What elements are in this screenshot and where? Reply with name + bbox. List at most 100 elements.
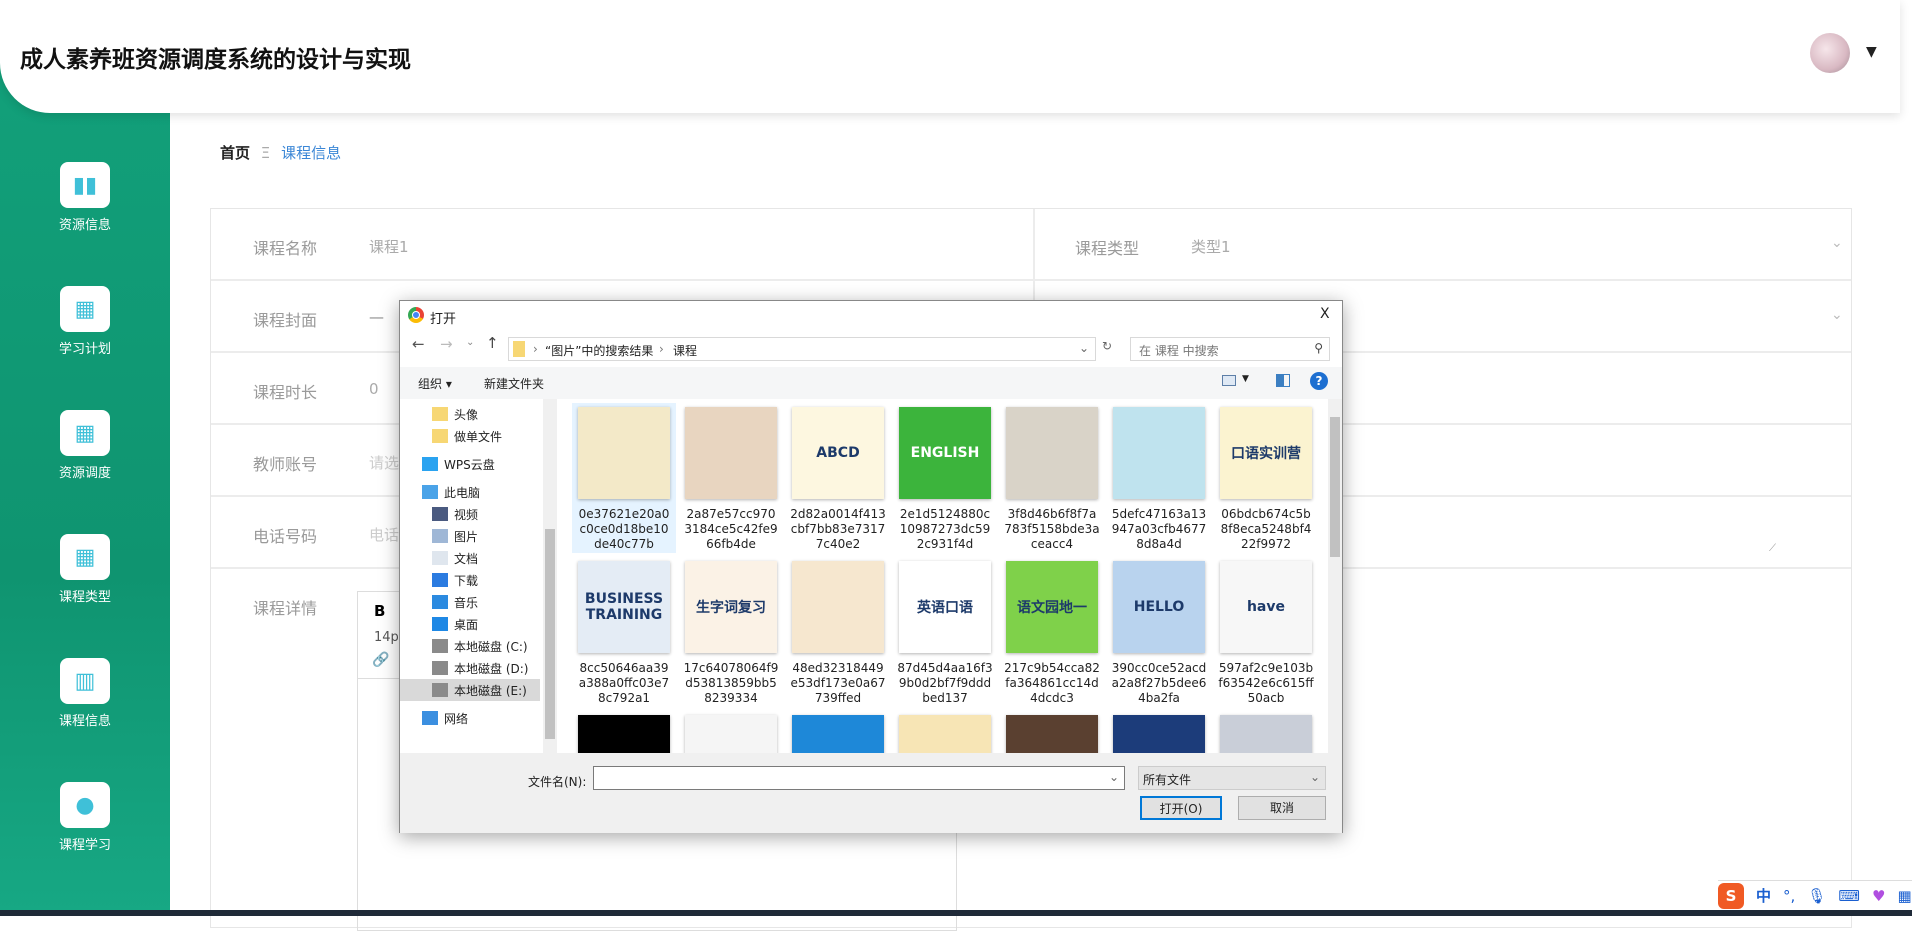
cover-upload[interactable]: —: [369, 308, 384, 326]
chevron-down-icon[interactable]: ⌄: [1079, 341, 1089, 355]
forward-icon[interactable]: →: [440, 335, 453, 353]
nav-item[interactable]: 本地磁盘 (D:): [400, 657, 540, 679]
keyboard-icon[interactable]: ⌨: [1838, 887, 1860, 905]
path-segment[interactable]: 课程: [673, 342, 697, 359]
duration-input[interactable]: 0: [369, 380, 379, 398]
nav-item[interactable]: 图片: [400, 525, 540, 547]
teacher-select[interactable]: 请选: [369, 452, 399, 473]
file-item[interactable]: 0e37621e20a0c0ce0d18be10de40c77b: [572, 403, 676, 553]
file-item[interactable]: 48ed32318449e53df173e0a67739ffed: [786, 557, 890, 707]
microphone-icon[interactable]: 🎙: [1807, 887, 1826, 905]
nav-item-label: 音乐: [454, 595, 479, 610]
file-item[interactable]: 语文园地一 217c9b54cca82fa364861cc14d4dcdc3: [1000, 557, 1104, 707]
phone-input[interactable]: 电话: [369, 524, 399, 545]
refresh-icon[interactable]: ↻: [1102, 339, 1112, 353]
cancel-button[interactable]: 取消: [1238, 796, 1326, 820]
nav-item[interactable]: 网络: [400, 707, 540, 729]
file-name: 48ed32318449e53df173e0a67739ffed: [790, 661, 886, 705]
file-type-select[interactable]: 所有文件 ⌄: [1138, 766, 1326, 790]
file-thumbnail: [899, 715, 991, 753]
chevron-down-icon[interactable]: ▼: [1866, 44, 1877, 60]
file-item[interactable]: 英语: [786, 711, 890, 753]
up-icon[interactable]: ↑: [486, 334, 499, 352]
nav-item[interactable]: WPS云盘: [400, 453, 540, 475]
sidebar-item[interactable]: ▦ 课程类型: [0, 534, 170, 605]
chevron-down-icon[interactable]: ⌄: [1831, 307, 1843, 323]
file-item[interactable]: 3f8d46b6f8f7a783f5158bde3aceacc4: [1000, 403, 1104, 553]
lightbulb-icon: ●: [60, 782, 110, 828]
folder-icon: [513, 341, 525, 357]
chevron-down-icon[interactable]: ▼: [1242, 374, 1249, 384]
ime-punct[interactable]: °,: [1783, 887, 1795, 905]
course-name-input[interactable]: 课程1: [369, 236, 409, 257]
file-scrollbar[interactable]: [1328, 399, 1342, 753]
file-item[interactable]: 5defc47163a13947a03cfb46778d8a4d: [1107, 403, 1211, 553]
sidebar-item[interactable]: ▦ 资源调度: [0, 410, 170, 481]
resize-handle[interactable]: ⟋: [1769, 543, 1776, 554]
bold-button[interactable]: B: [374, 602, 385, 620]
chevron-down-icon[interactable]: ⌄: [1831, 235, 1843, 251]
nav-item[interactable]: 桌面: [400, 613, 540, 635]
sidebar-item[interactable]: ▮▮ 资源信息: [0, 162, 170, 233]
file-name: 2d82a0014f413cbf7bb83e73177c40e2: [790, 507, 886, 551]
nav-item[interactable]: 本地磁盘 (E:): [400, 679, 540, 701]
sidebar-item[interactable]: ▦ 学习计划: [0, 286, 170, 357]
new-folder-button[interactable]: 新建文件夹: [484, 375, 544, 392]
file-item[interactable]: have 597af2c9e103bf63542e6c615ff50acb: [1214, 557, 1318, 707]
ime-lang[interactable]: 中: [1756, 885, 1771, 906]
nav-scrollbar[interactable]: [543, 399, 557, 753]
file-item[interactable]: ABCD 2d82a0014f413cbf7bb83e73177c40e2: [786, 403, 890, 553]
file-item[interactable]: [893, 711, 997, 753]
breadcrumb-home[interactable]: 首页: [220, 144, 250, 162]
organize-menu[interactable]: 组织 ▾: [418, 375, 452, 392]
file-item[interactable]: BUSINESS TRAINING 8cc50646aa39a388a0ffc03…: [572, 557, 676, 707]
avatar[interactable]: [1810, 33, 1850, 73]
skin-icon[interactable]: ♥: [1872, 887, 1885, 905]
nav-item[interactable]: 头像: [400, 403, 540, 425]
label-duration: 课程时长: [253, 383, 318, 402]
close-icon[interactable]: X: [1320, 306, 1330, 322]
help-icon[interactable]: ?: [1310, 372, 1328, 390]
nav-item-label: 此电脑: [444, 485, 481, 500]
open-button[interactable]: 打开(O): [1140, 796, 1222, 820]
link-icon[interactable]: 🔗: [372, 652, 389, 668]
nav-item[interactable]: 本地磁盘 (C:): [400, 635, 540, 657]
file-item[interactable]: [1000, 711, 1104, 753]
course-type-select[interactable]: 类型1: [1191, 236, 1231, 257]
recent-dropdown-icon[interactable]: ⌄: [466, 337, 474, 348]
sidebar-item[interactable]: ▥ 课程信息: [0, 658, 170, 729]
file-item[interactable]: 英语口语 87d45d4aa16f39b0d2bf7f9dddbed137: [893, 557, 997, 707]
search-icon[interactable]: ⚲: [1314, 341, 1323, 355]
file-item[interactable]: [679, 711, 783, 753]
apps-icon[interactable]: ▦: [1897, 887, 1911, 905]
file-item[interactable]: 口语实训营 06bdcb674c5b8f8eca5248bf422f9972: [1214, 403, 1318, 553]
label-course-name: 课程名称: [253, 239, 318, 258]
nav-item[interactable]: 视频: [400, 503, 540, 525]
nav-item[interactable]: 文档: [400, 547, 540, 569]
file-item[interactable]: [1107, 711, 1211, 753]
preview-pane-icon[interactable]: [1276, 374, 1290, 387]
view-options-icon[interactable]: [1222, 375, 1236, 386]
nav-item[interactable]: 下载: [400, 569, 540, 591]
path-segment[interactable]: “图片”中的搜索结果: [545, 342, 653, 359]
file-item[interactable]: 生字词复习 17c64078064f9d53813859bb58239334: [679, 557, 783, 707]
filename-input[interactable]: ⌄: [593, 766, 1125, 790]
file-name: 5defc47163a13947a03cfb46778d8a4d: [1111, 507, 1207, 551]
sidebar-item[interactable]: ● 课程学习: [0, 782, 170, 853]
file-item[interactable]: ENGLISH 2e1d5124880c10987273dc592c931f4d: [893, 403, 997, 553]
address-bar[interactable]: › “图片”中的搜索结果 › 课程 ⌄: [508, 337, 1096, 361]
header: 成人素养班资源调度系统的设计与实现 ▼: [0, 0, 1900, 113]
file-item[interactable]: [1214, 711, 1318, 753]
font-size-select[interactable]: 14p: [374, 630, 399, 645]
search-input[interactable]: 在 课程 中搜索 ⚲: [1130, 337, 1330, 361]
sogou-icon[interactable]: S: [1718, 882, 1744, 909]
nav-item[interactable]: 音乐: [400, 591, 540, 613]
nav-item[interactable]: 做单文件: [400, 425, 540, 447]
file-item[interactable]: 2a87e57cc9703184ce5c42fe966fb4de: [679, 403, 783, 553]
back-icon[interactable]: ←: [412, 335, 425, 353]
label-teacher: 教师账号: [253, 455, 318, 474]
file-item[interactable]: HELLO 390cc0ce52acda2a8f27b5dee64ba2fa: [1107, 557, 1211, 707]
file-grid: 0e37621e20a0c0ce0d18be10de40c77b 2a87e57c…: [568, 399, 1328, 753]
nav-item[interactable]: 此电脑: [400, 481, 540, 503]
file-item[interactable]: [572, 711, 676, 753]
